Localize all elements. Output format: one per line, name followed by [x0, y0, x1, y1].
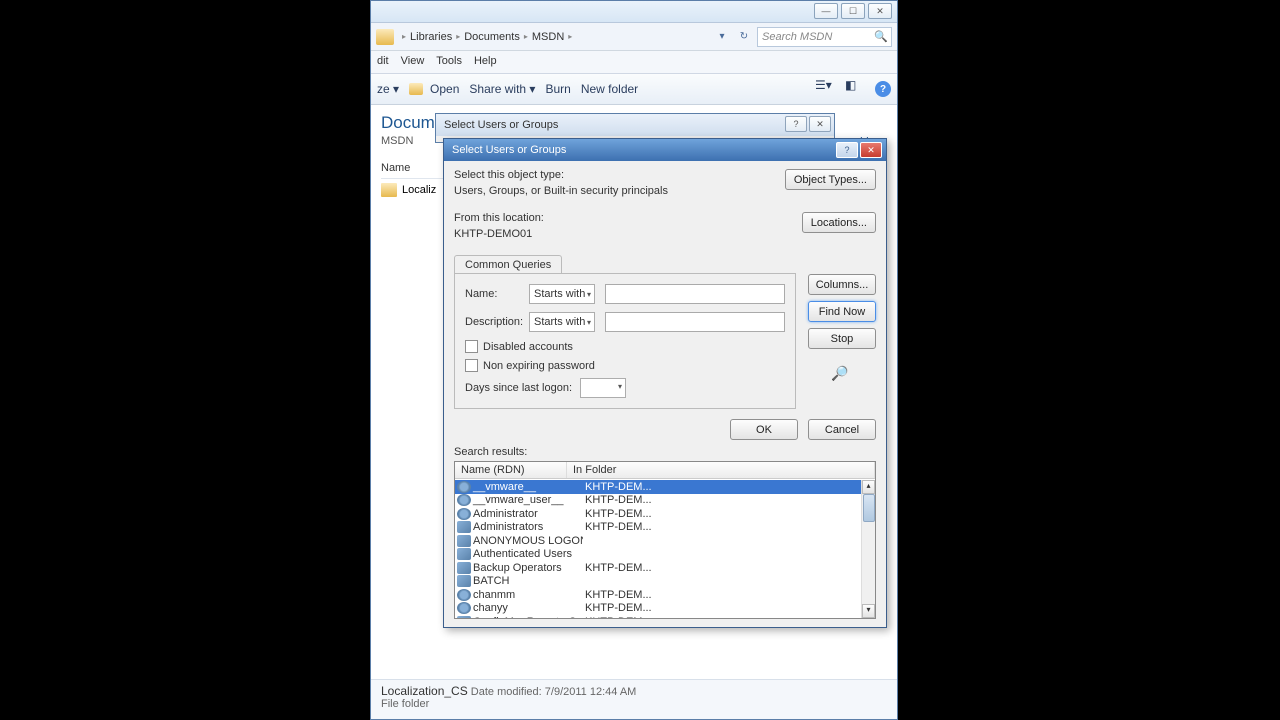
- new-folder-button[interactable]: New folder: [581, 82, 638, 96]
- group-icon: [457, 548, 471, 560]
- scroll-down-icon[interactable]: ▾: [862, 604, 875, 618]
- group-icon: [457, 616, 471, 618]
- result-row[interactable]: AdministratorsKHTP-DEM...: [455, 521, 861, 535]
- folder-icon: [376, 29, 394, 45]
- folder-icon: [381, 183, 397, 197]
- description-label: Description:: [465, 316, 529, 328]
- user-icon: [457, 589, 471, 601]
- non-expiring-checkbox[interactable]: [465, 359, 478, 372]
- crumb-libraries[interactable]: Libraries: [410, 31, 452, 43]
- object-types-button[interactable]: Object Types...: [785, 169, 876, 190]
- tab-common-queries[interactable]: Common Queries: [454, 255, 562, 274]
- crumb-documents[interactable]: Documents: [464, 31, 520, 43]
- object-type-value: Users, Groups, or Built-in security prin…: [454, 184, 785, 205]
- organize-button[interactable]: ze ▾: [377, 82, 399, 96]
- menu-edit[interactable]: dit: [377, 55, 389, 69]
- description-operator-combo[interactable]: Starts with: [529, 312, 595, 332]
- toolbar: ze ▾ Open Share with ▾ Burn New folder ☰…: [371, 73, 897, 105]
- titlebar: — ☐ ✕: [371, 1, 897, 23]
- menu-view[interactable]: View: [401, 55, 425, 69]
- user-icon: [457, 481, 471, 493]
- results-scrollbar[interactable]: ▴ ▾: [861, 480, 875, 618]
- location-value: KHTP-DEMO01: [454, 227, 802, 248]
- address-bar: ▸ Libraries ▸ Documents ▸ MSDN ▸ ▾ ↻ Sea…: [371, 23, 897, 51]
- stop-button[interactable]: Stop: [808, 328, 876, 349]
- select-users-dialog: Select Users or Groups ? ✕ Select this o…: [443, 138, 887, 628]
- maximize-button[interactable]: ☐: [841, 3, 865, 19]
- user-icon: [457, 508, 471, 520]
- menu-bar: dit View Tools Help: [371, 51, 897, 73]
- result-row[interactable]: Backup OperatorsKHTP-DEM...: [455, 561, 861, 575]
- result-row[interactable]: BATCH: [455, 575, 861, 589]
- name-input[interactable]: [605, 284, 785, 304]
- find-icon: [831, 365, 853, 381]
- menu-tools[interactable]: Tools: [436, 55, 462, 69]
- share-with-button[interactable]: Share with ▾: [469, 82, 535, 96]
- group-icon: [457, 535, 471, 547]
- description-input[interactable]: [605, 312, 785, 332]
- location-label: From this location:: [454, 212, 802, 224]
- result-row[interactable]: __vmware__KHTP-DEM...: [455, 480, 861, 494]
- status-bar: Localization_CS Date modified: 7/9/2011 …: [371, 679, 897, 719]
- dialog-close-icon[interactable]: ✕: [860, 142, 882, 158]
- scroll-thumb[interactable]: [863, 494, 875, 522]
- crumb-msdn[interactable]: MSDN: [532, 31, 564, 43]
- cancel-button[interactable]: Cancel: [808, 419, 876, 440]
- locations-button[interactable]: Locations...: [802, 212, 876, 233]
- close-button[interactable]: ✕: [868, 3, 892, 19]
- find-now-button[interactable]: Find Now: [808, 301, 876, 322]
- columns-button[interactable]: Columns...: [808, 274, 876, 295]
- refresh-icon[interactable]: ↻: [735, 27, 753, 47]
- result-row[interactable]: AdministratorKHTP-DEM...: [455, 507, 861, 521]
- result-row[interactable]: __vmware_user__KHTP-DEM...: [455, 494, 861, 508]
- result-row[interactable]: ConfigMgr Remote Co...KHTP-DEM...: [455, 615, 861, 618]
- result-row[interactable]: Authenticated Users: [455, 548, 861, 562]
- help-icon[interactable]: ?: [875, 81, 891, 97]
- days-since-label: Days since last logon:: [465, 382, 572, 394]
- days-since-combo[interactable]: [580, 378, 626, 398]
- burn-button[interactable]: Burn: [545, 82, 570, 96]
- results-col-folder[interactable]: In Folder: [567, 462, 875, 478]
- address-dropdown-icon[interactable]: ▾: [713, 27, 731, 47]
- close-icon[interactable]: ✕: [809, 116, 831, 132]
- result-row[interactable]: chanyyKHTP-DEM...: [455, 602, 861, 616]
- dialog-title: Select Users or Groups: [444, 139, 886, 161]
- results-listbox[interactable]: Name (RDN) In Folder __vmware__KHTP-DEM.…: [454, 461, 876, 619]
- search-icon[interactable]: 🔍: [874, 30, 888, 43]
- name-label: Name:: [465, 288, 529, 300]
- ok-button[interactable]: OK: [730, 419, 798, 440]
- preview-pane-icon[interactable]: ◧: [845, 78, 867, 100]
- breadcrumb[interactable]: ▸ Libraries ▸ Documents ▸ MSDN ▸: [402, 31, 709, 43]
- group-icon: [457, 575, 471, 587]
- result-row[interactable]: ANONYMOUS LOGON: [455, 534, 861, 548]
- dialog-help-icon[interactable]: ?: [836, 142, 858, 158]
- result-row[interactable]: chanmmKHTP-DEM...: [455, 588, 861, 602]
- minimize-button[interactable]: —: [814, 3, 838, 19]
- group-icon: [457, 521, 471, 533]
- search-input[interactable]: Search MSDN 🔍: [757, 27, 892, 47]
- disabled-accounts-checkbox[interactable]: [465, 340, 478, 353]
- non-expiring-label: Non expiring password: [483, 360, 595, 372]
- status-type: File folder: [381, 698, 887, 710]
- status-filename: Localization_CS: [381, 684, 468, 698]
- menu-help[interactable]: Help: [474, 55, 497, 69]
- view-options-icon[interactable]: ☰▾: [815, 78, 837, 100]
- help-icon[interactable]: ?: [785, 116, 807, 132]
- open-button[interactable]: Open: [409, 82, 459, 96]
- search-results-label: Search results:: [454, 446, 876, 458]
- disabled-accounts-label: Disabled accounts: [483, 341, 573, 353]
- name-operator-combo[interactable]: Starts with: [529, 284, 595, 304]
- user-icon: [457, 602, 471, 614]
- user-icon: [457, 494, 471, 506]
- object-type-label: Select this object type:: [454, 169, 785, 181]
- library-subtitle: MSDN: [381, 135, 413, 148]
- results-col-name[interactable]: Name (RDN): [455, 462, 567, 478]
- scroll-up-icon[interactable]: ▴: [862, 480, 875, 494]
- group-icon: [457, 562, 471, 574]
